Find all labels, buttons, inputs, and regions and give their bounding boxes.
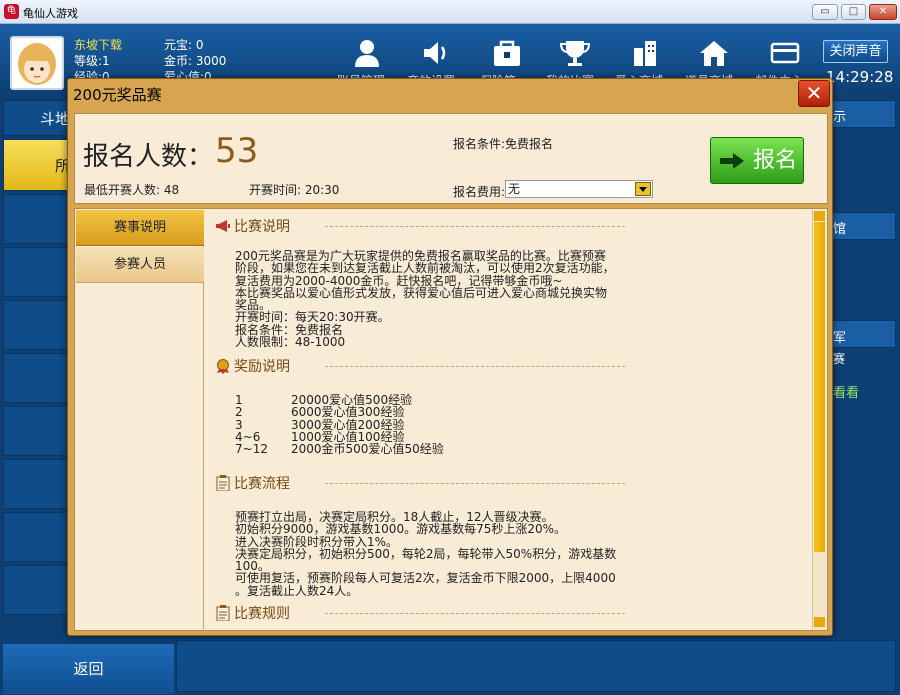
tab-participants[interactable]: 参赛人员 [76,247,204,283]
desc-paragraph: 200元奖品赛是为广大玩家提供的免费报名赢取奖品的比赛。比赛预赛 阶段，如果您在… [235,250,620,350]
reward-row: 7~12 2000金币500爱心值50经验 [235,442,620,457]
desc-line: 人数限制：48-1000 [235,335,346,350]
minimize-button[interactable]: ▭ [812,4,838,20]
reward-prize: 2000金币500爱心值50经验 [291,442,444,457]
sound-icon[interactable] [420,38,454,68]
signup-button[interactable]: 报名 [710,137,804,184]
clipboard-icon [216,475,230,491]
user-yuanbao: 元宝: 0 [164,38,204,52]
tab-match-description[interactable]: 赛事说明 [76,210,204,246]
flow-line: 初始积分9000，游戏基数1000。游戏基数每75秒上涨20%。 [235,522,567,537]
section-divider [325,226,625,227]
megaphone-icon [216,220,230,232]
section-reward-heading: 奖励说明 [215,356,290,376]
window-titlebar: 龟 龟仙人游戏 ▭ □ ✕ [0,0,900,24]
reward-rank: 7~12 [235,442,268,457]
app-logo-icon: 龟 [4,4,19,19]
fee-select[interactable]: 无 [505,180,653,198]
registration-count: 53 [215,131,259,171]
fee-value: 无 [508,182,521,196]
user-name: 东坡下载 [74,38,123,52]
section-divider [325,613,625,614]
desc-line: 开赛时间：每天20:30开赛。 [235,310,390,325]
dialog-close-button[interactable]: ✕ [798,80,830,107]
back-button[interactable]: 返回 [3,644,174,694]
registration-condition: 报名条件:免费报名 [453,137,554,151]
section-divider [325,366,625,367]
medal-icon [217,359,229,374]
bg-right-text-4: 赛 [833,352,846,366]
reward-list: 1 20000爱心值500经验 2 6000爱心值300经验 3 3000爱心值200… [235,393,620,457]
desc-line: 阶段，如果您在未到达复活截止人数前被淘汰，可以使用2次复活功能， [235,261,615,276]
tab-list: 赛事说明 参赛人员 [76,210,204,629]
home-icon[interactable] [697,38,731,68]
section-flow-heading: 比赛流程 [215,473,290,493]
match-dialog: 200元奖品赛 ✕ 报名人数： 53 最低开赛人数: 48 开赛时间: 20:3… [67,78,833,636]
chevron-down-icon[interactable] [635,182,651,196]
section-desc-title: 比赛说明 [234,219,290,235]
trophy-icon[interactable] [558,38,592,68]
scrollbar-thumb[interactable] [814,222,825,552]
window-close-button[interactable]: ✕ [869,4,897,20]
bg-right-watch-link[interactable]: 看看 [833,382,859,401]
bg-right-text-2: 馆 [833,222,847,237]
user-gold: 金币: 3000 [164,54,227,68]
match-info-panel: 报名人数： 53 最低开赛人数: 48 开赛时间: 20:30 报名条件:免费报… [74,113,828,204]
fee-label: 报名费用: [453,185,506,199]
account-icon[interactable] [350,38,384,68]
maximize-button[interactable]: □ [841,4,866,20]
section-desc-heading: 比赛说明 [215,216,290,236]
avatar-girl-icon [12,38,62,88]
mute-sound-button[interactable]: 关闭声音 [823,40,888,63]
bg-right-text-1: 示 [833,110,847,125]
min-players: 最低开赛人数: 48 [84,183,180,197]
section-rules-heading: 比赛规则 [215,603,290,623]
clipboard-icon [216,605,230,621]
section-rules-title: 比赛规则 [234,606,290,622]
flow-line: 可使用复活，预赛阶段每人可复活2次，复活金币下限2000，上限4000 [235,571,616,586]
mail-card-icon[interactable] [768,38,802,68]
description-text-area: 比赛说明 200元奖品赛是为广大玩家提供的免费报名赢取奖品的比赛。比赛预赛 阶段… [205,210,811,629]
registration-count-label: 报名人数： [83,142,214,172]
match-content-panel: 赛事说明 参赛人员 比赛说明 200元奖品赛是为广大玩家提供的免费报名赢取奖品的… [74,208,828,631]
flow-line: 决赛定局积分，初始积分500，每轮2局，每轮带入50%积分，游戏基数 [235,546,617,561]
desc-line: 本比赛奖品以爱心值形式发放，获得爱心值后可进入爱心商城兑换实物 [235,285,608,300]
start-time: 开赛时间: 20:30 [249,183,340,197]
reward-rank: 2 [235,405,243,420]
scroll-up-arrow-icon[interactable] [814,211,825,221]
section-reward-title: 奖励说明 [234,359,290,375]
user-level: 等级:1 [74,54,110,68]
signup-label: 报名 [752,148,797,173]
clock: 14:29:28 [826,68,894,86]
avatar[interactable] [10,36,64,90]
scroll-down-arrow-icon[interactable] [814,617,825,627]
dialog-title: 200元奖品赛 [73,86,162,104]
arrow-right-icon [720,153,744,169]
bg-left-title: 斗地 [40,110,71,128]
section-divider [325,483,625,484]
bg-right-text-3: 军 [833,331,847,346]
flow-paragraph: 预赛打立出局，决赛定局积分。18人截止，12人晋级决赛。 初始积分9000，游戏… [235,511,620,597]
love-store-icon[interactable] [628,38,662,68]
window-title: 龟仙人游戏 [23,7,78,20]
safe-box-icon[interactable] [490,38,524,68]
bg-bottom-bar [176,640,896,692]
vertical-scrollbar[interactable] [812,210,826,629]
reward-rank: 1 [235,393,243,407]
section-flow-title: 比赛流程 [234,476,290,492]
flow-line: 。复活截止人数24人。 [235,583,359,598]
